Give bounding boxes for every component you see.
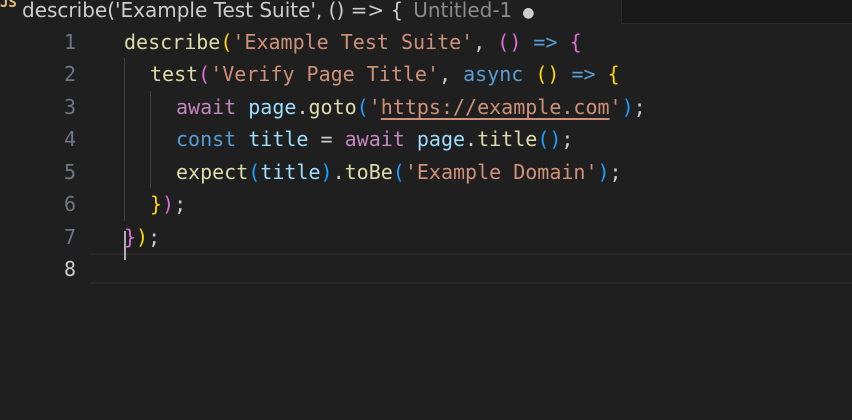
token-expected-value: 'Example Domain' [404, 160, 598, 184]
code-line-7: }); [124, 221, 160, 254]
token-tobe: toBe [344, 160, 393, 184]
token-title-fn: title [477, 127, 538, 151]
token-title-var: title [260, 160, 321, 184]
token-paren: ( [392, 160, 405, 184]
token-describe: describe [124, 30, 221, 54]
line-number: 4 [63, 127, 76, 151]
token-dot: . [296, 95, 309, 119]
token-arrow-parens: () [497, 30, 522, 54]
token-page: page [248, 95, 297, 119]
editor-tab-untitled-1[interactable]: JS describe('Example Test Suite', () => … [0, 0, 622, 24]
token-semicolon: ; [148, 225, 161, 249]
token-dot: . [332, 160, 345, 184]
token-suite-name: 'Example Test Suite' [232, 30, 474, 54]
token-arrow-parens: () [535, 62, 560, 86]
token-comma: , [473, 30, 498, 54]
token-await: await [176, 95, 237, 119]
code-line-4: const title = await page.title(); [176, 123, 573, 156]
line-number: 5 [63, 160, 76, 184]
javascript-file-icon: JS [0, 0, 17, 11]
token-async: async [463, 62, 524, 86]
line-number-active: 8 [63, 257, 76, 281]
token-semicolon: ; [174, 192, 187, 216]
token-goto: goto [308, 95, 357, 119]
token-paren: ) [597, 160, 610, 184]
code-line-3: await page.goto('https://example.com'); [176, 91, 646, 124]
token-const: const [176, 127, 237, 151]
token-title-var: title [248, 127, 309, 151]
token-paren: ) [162, 192, 175, 216]
token-paren: ) [320, 160, 333, 184]
token-quote: ' [609, 95, 622, 119]
text-cursor [124, 231, 126, 260]
url-link[interactable]: https://example.com [381, 95, 610, 119]
token-page: page [416, 127, 466, 151]
token-paren: ) [136, 225, 149, 249]
token-equals: = [308, 127, 345, 151]
token-semicolon: ; [609, 160, 622, 184]
code-line-6: }); [150, 188, 186, 221]
tab-title: describe('Example Test Suite', () => { [22, 0, 404, 22]
line-number: 2 [63, 62, 76, 86]
line-number: 7 [63, 225, 76, 249]
line-number: 1 [63, 30, 76, 54]
token-dot: . [465, 127, 478, 151]
token-test-name: 'Verify Page Title' [210, 62, 439, 86]
line-number: 3 [63, 95, 76, 119]
code-editor[interactable]: 1 2 3 4 5 6 7 8 describe('Example Test S… [0, 24, 852, 420]
code-line-1: describe('Example Test Suite', () => { [124, 26, 582, 59]
token-paren: ( [248, 160, 261, 184]
token-paren: ) [621, 95, 634, 119]
token-paren: ( [356, 95, 369, 119]
token-expect: expect [176, 160, 249, 184]
token-brace: { [569, 30, 582, 54]
token-test: test [150, 62, 199, 86]
line-number: 6 [63, 192, 76, 216]
token-parens: () [537, 127, 562, 151]
tab-untitled-label: Untitled-1 [413, 0, 513, 22]
code-area[interactable]: describe('Example Test Suite', () => { t… [124, 24, 852, 420]
token-paren: ( [198, 62, 211, 86]
code-line-5: expect(title).toBe('Example Domain'); [176, 156, 622, 189]
token-brace: } [150, 192, 163, 216]
token-arrow: => [521, 30, 570, 54]
token-brace: { [607, 62, 620, 86]
code-line-2: test('Verify Page Title', async () => { [150, 58, 620, 91]
token-paren: ( [220, 30, 233, 54]
token-arrow: => [559, 62, 608, 86]
token-semicolon: ; [633, 95, 646, 119]
token-semicolon: ; [561, 127, 574, 151]
editor-tab-bar: JS describe('Example Test Suite', () => … [0, 0, 852, 24]
line-number-gutter: 1 2 3 4 5 6 7 8 [0, 24, 90, 420]
unsaved-dot-icon[interactable]: ● [522, 4, 534, 22]
token-comma: , [439, 62, 464, 86]
token-await: await [344, 127, 405, 151]
token-quote: ' [368, 95, 381, 119]
